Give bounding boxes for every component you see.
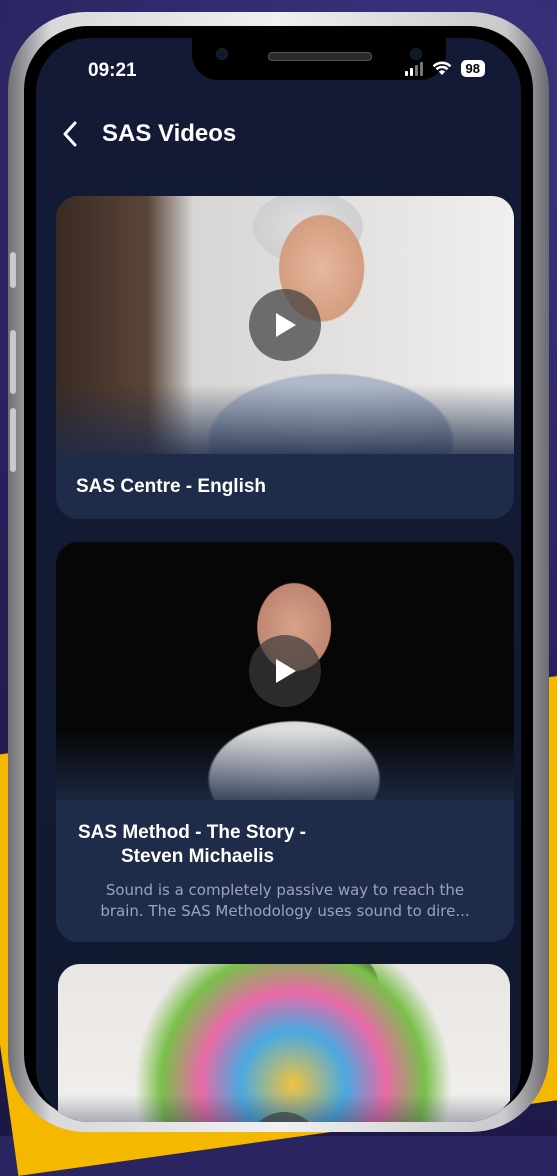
play-icon bbox=[276, 659, 296, 683]
play-button[interactable] bbox=[248, 1112, 320, 1122]
status-icons: 98 bbox=[404, 60, 485, 77]
video-card[interactable] bbox=[58, 964, 510, 1122]
video-card[interactable]: SAS Centre - English bbox=[56, 196, 514, 519]
battery-icon: 98 bbox=[460, 60, 485, 77]
volume-up-button bbox=[10, 330, 16, 394]
speaker-grille bbox=[268, 52, 372, 61]
status-time: 09:21 bbox=[88, 60, 137, 81]
header: SAS Videos bbox=[62, 120, 236, 148]
video-title-line1: SAS Method - The Story - bbox=[78, 822, 306, 843]
wifi-icon bbox=[432, 61, 451, 75]
video-thumbnail[interactable] bbox=[56, 542, 514, 800]
sensor-icon bbox=[216, 48, 228, 60]
video-card[interactable]: SAS Method - The Story - Steven Michaeli… bbox=[56, 542, 514, 942]
play-button[interactable] bbox=[249, 635, 321, 707]
video-description: Sound is a completely passive way to rea… bbox=[56, 880, 514, 922]
video-thumbnail[interactable] bbox=[58, 964, 510, 1122]
cellular-signal-icon bbox=[404, 61, 423, 76]
video-thumbnail[interactable] bbox=[56, 196, 514, 454]
video-description-line2: brain. The SAS Methodology uses sound to… bbox=[100, 902, 470, 920]
video-description-line1: Sound is a completely passive way to rea… bbox=[105, 881, 465, 899]
video-title-line2: Steven Michaelis bbox=[121, 846, 275, 867]
phone-screen: 09:21 98 SAS Videos SAS Centre - English bbox=[36, 38, 521, 1122]
camera-icon bbox=[410, 48, 422, 60]
page-title: SAS Videos bbox=[102, 120, 237, 147]
mute-switch bbox=[10, 252, 16, 288]
volume-down-button bbox=[10, 408, 16, 472]
play-icon bbox=[276, 313, 296, 337]
play-button[interactable] bbox=[249, 289, 321, 361]
chevron-left-icon[interactable] bbox=[62, 121, 84, 147]
video-title: SAS Centre - English bbox=[76, 476, 267, 497]
